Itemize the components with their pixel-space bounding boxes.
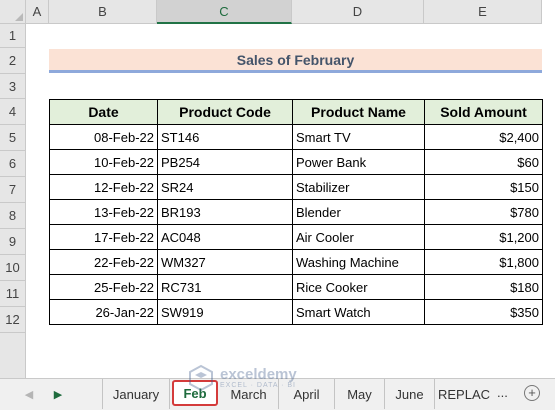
sheet-tab-bar: ◀ ▶ January Feb March April May June REP…: [0, 378, 555, 410]
cell-product-code[interactable]: RC731: [157, 274, 293, 300]
cell-date[interactable]: 17-Feb-22: [49, 224, 158, 250]
cell-sold-amount[interactable]: $350: [424, 299, 543, 325]
row-header-12[interactable]: 12: [0, 307, 26, 333]
cell-date[interactable]: 12-Feb-22: [49, 174, 158, 200]
cell-product-code[interactable]: PB254: [157, 149, 293, 175]
cell-sold-amount[interactable]: $1,200: [424, 224, 543, 250]
sheet-tab-may[interactable]: May: [335, 379, 385, 409]
row-header-9[interactable]: 9: [0, 229, 26, 255]
cell-product-name[interactable]: Rice Cooker: [292, 274, 425, 300]
cell-product-code[interactable]: SR24: [157, 174, 293, 200]
cell-product-name[interactable]: Power Bank: [292, 149, 425, 175]
column-header-e[interactable]: E: [424, 0, 542, 24]
column-header-b[interactable]: B: [49, 0, 157, 24]
sheet-tab-feb[interactable]: Feb: [172, 380, 218, 406]
sheet-tab-january[interactable]: January: [102, 379, 170, 409]
cell-product-name[interactable]: Blender: [292, 199, 425, 225]
add-sheet-icon[interactable]: +: [524, 385, 540, 401]
sheet-tab-march[interactable]: March: [219, 379, 279, 409]
previous-sheet-arrow-icon[interactable]: ◀: [20, 385, 38, 403]
cell-sold-amount[interactable]: $60: [424, 149, 543, 175]
cell-product-name[interactable]: Air Cooler: [292, 224, 425, 250]
cell-product-code[interactable]: SW919: [157, 299, 293, 325]
select-all-corner[interactable]: [0, 0, 26, 24]
cell-product-name[interactable]: Smart Watch: [292, 299, 425, 325]
cell-date[interactable]: 08-Feb-22: [49, 124, 158, 150]
next-sheet-arrow-icon[interactable]: ▶: [49, 385, 67, 403]
cell-sold-amount[interactable]: $780: [424, 199, 543, 225]
spreadsheet-grid: A B C D E 1 2 3 4 5 6 7 8 9 10 11 12 Sal…: [0, 0, 555, 378]
cell-date[interactable]: 25-Feb-22: [49, 274, 158, 300]
cell-date[interactable]: 22-Feb-22: [49, 249, 158, 275]
cell-product-code[interactable]: WM327: [157, 249, 293, 275]
cell-product-code[interactable]: AC048: [157, 224, 293, 250]
cell-product-code[interactable]: ST146: [157, 124, 293, 150]
table-row: 26-Jan-22 SW919 Smart Watch $350: [49, 299, 543, 325]
table-row: 08-Feb-22 ST146 Smart TV $2,400: [49, 124, 543, 150]
cell-date[interactable]: 10-Feb-22: [49, 149, 158, 175]
cell-product-name[interactable]: Washing Machine: [292, 249, 425, 275]
table-row: 17-Feb-22 AC048 Air Cooler $1,200: [49, 224, 543, 250]
cell-sold-amount[interactable]: $150: [424, 174, 543, 200]
row-header-5[interactable]: 5: [0, 125, 26, 151]
row-header-1[interactable]: 1: [0, 24, 26, 48]
table-header-row: Date Product Code Product Name Sold Amou…: [49, 99, 543, 125]
sheet-title[interactable]: Sales of February: [49, 49, 542, 73]
table-row: 22-Feb-22 WM327 Washing Machine $1,800: [49, 249, 543, 275]
table-row: 12-Feb-22 SR24 Stabilizer $150: [49, 174, 543, 200]
row-header-4[interactable]: 4: [0, 99, 26, 125]
more-sheets-button[interactable]: ...: [497, 385, 508, 400]
cell-sold-amount[interactable]: $180: [424, 274, 543, 300]
cell-date[interactable]: 26-Jan-22: [49, 299, 158, 325]
sheet-tab-april[interactable]: April: [279, 379, 335, 409]
column-header-d[interactable]: D: [292, 0, 424, 24]
table-row: 10-Feb-22 PB254 Power Bank $60: [49, 149, 543, 175]
select-all-triangle-icon: [15, 13, 23, 21]
cell-product-name[interactable]: Smart TV: [292, 124, 425, 150]
row-header-11[interactable]: 11: [0, 281, 26, 307]
column-header-a[interactable]: A: [26, 0, 49, 24]
row-header-3[interactable]: 3: [0, 74, 26, 99]
table-row: 25-Feb-22 RC731 Rice Cooker $180: [49, 274, 543, 300]
cell-sold-amount[interactable]: $1,800: [424, 249, 543, 275]
row-header-8[interactable]: 8: [0, 203, 26, 229]
header-product-code[interactable]: Product Code: [157, 99, 293, 125]
header-sold-amount[interactable]: Sold Amount: [424, 99, 543, 125]
row-header-7[interactable]: 7: [0, 177, 26, 203]
header-date[interactable]: Date: [49, 99, 158, 125]
sheet-tab-june[interactable]: June: [385, 379, 435, 409]
cell-sold-amount[interactable]: $2,400: [424, 124, 543, 150]
sheet-tab-replace[interactable]: REPLAC: [435, 379, 493, 409]
row-header-empty: [0, 333, 26, 378]
table-row: 13-Feb-22 BR193 Blender $780: [49, 199, 543, 225]
row-header-2[interactable]: 2: [0, 48, 26, 74]
header-product-name[interactable]: Product Name: [292, 99, 425, 125]
cell-product-name[interactable]: Stabilizer: [292, 174, 425, 200]
column-header-c[interactable]: C: [157, 0, 292, 24]
row-header-10[interactable]: 10: [0, 255, 26, 281]
sales-table: Date Product Code Product Name Sold Amou…: [49, 99, 543, 325]
cell-product-code[interactable]: BR193: [157, 199, 293, 225]
row-header-6[interactable]: 6: [0, 151, 26, 177]
cell-date[interactable]: 13-Feb-22: [49, 199, 158, 225]
